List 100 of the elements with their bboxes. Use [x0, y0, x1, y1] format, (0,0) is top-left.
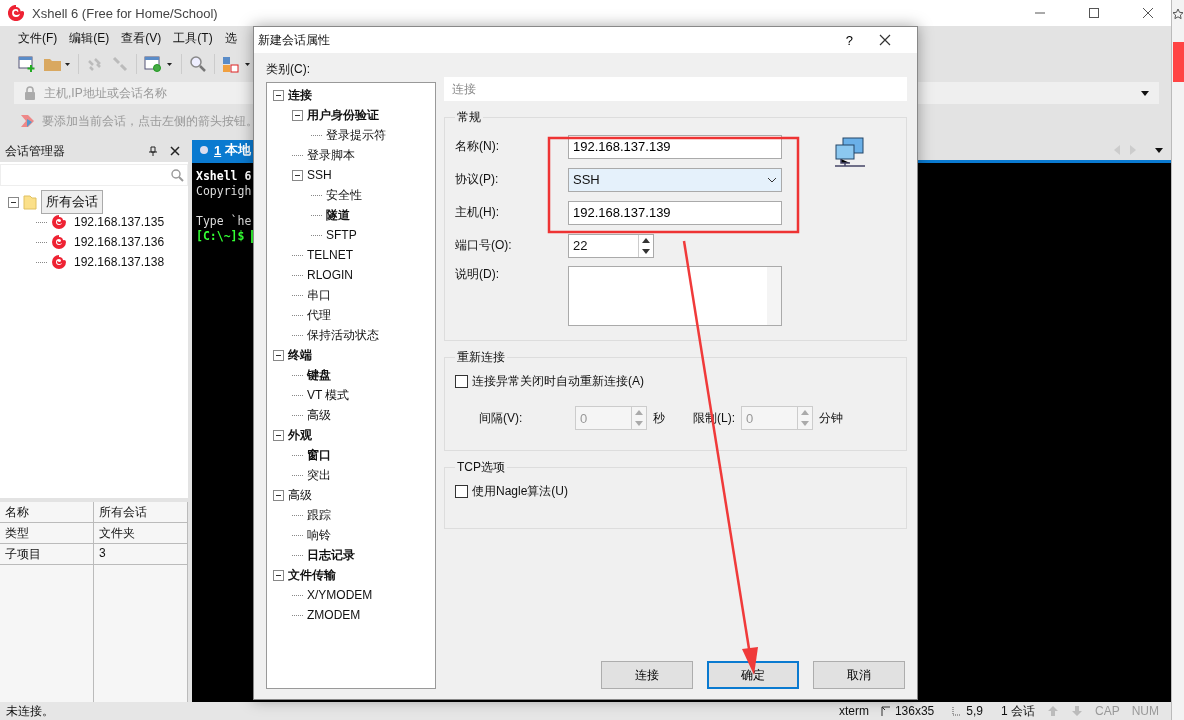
tree-item[interactable]: 用户身份验证 [307, 106, 379, 124]
tree-item[interactable]: 代理 [307, 306, 331, 324]
tree-item[interactable]: 窗口 [307, 446, 331, 464]
property-value: 3 [94, 544, 188, 565]
field-label: 间隔(V): [479, 409, 524, 427]
menu-item[interactable]: 文件(F) [18, 29, 58, 47]
dropdown-caret-icon[interactable] [1141, 90, 1149, 96]
collapse-toggle-icon[interactable] [273, 89, 284, 101]
terminal-type: xterm [838, 704, 869, 718]
help-button[interactable]: ? [845, 32, 853, 48]
property-name: 类型 [0, 523, 94, 544]
tree-item[interactable]: X/YMODEM [307, 588, 373, 602]
collapse-toggle-icon[interactable] [8, 196, 19, 208]
menu-item[interactable]: 查看(V) [121, 29, 162, 47]
tree-item[interactable]: 高级 [307, 406, 331, 424]
field-label: 名称(N): [455, 138, 500, 155]
field-label: 主机(H): [455, 204, 500, 221]
tree-item[interactable]: 高级 [288, 486, 312, 504]
maximize-icon[interactable] [1087, 6, 1101, 20]
close-icon[interactable] [879, 34, 891, 46]
star-icon[interactable] [1172, 8, 1184, 20]
window-title: Xshell 6 (Free for Home/School) [32, 5, 218, 21]
new-session-icon[interactable] [18, 55, 36, 73]
tree-item[interactable]: 跟踪 [307, 506, 331, 524]
menu-item[interactable]: 编辑(E) [69, 29, 110, 47]
group-title: 重新连接 [456, 349, 506, 366]
checkbox[interactable] [455, 484, 468, 498]
tree-item[interactable]: VT 模式 [307, 386, 350, 404]
tree-item[interactable]: 外观 [288, 426, 312, 444]
pin-icon[interactable] [148, 146, 158, 156]
num-lock-indicator: NUM [1131, 704, 1159, 718]
collapse-toggle-icon[interactable] [292, 109, 303, 121]
collapse-toggle-icon[interactable] [292, 169, 303, 181]
tree-item[interactable]: SFTP [326, 228, 357, 242]
dialog-button[interactable]: 取消 [813, 661, 905, 689]
dialog-button[interactable]: 确定 [707, 661, 799, 689]
property-name: 名称 [0, 502, 94, 523]
tree-item[interactable]: 串口 [307, 286, 331, 304]
collapse-toggle-icon[interactable] [273, 489, 284, 501]
terminal-line: Copyrigh [196, 184, 252, 199]
scrollbar[interactable] [767, 267, 781, 325]
cursor-position: 5,9 [966, 704, 983, 718]
close-icon[interactable] [170, 146, 180, 156]
collapse-toggle-icon[interactable] [273, 429, 284, 441]
tree-item[interactable]: 终端 [288, 346, 312, 364]
tree-item[interactable]: 登录提示符 [326, 126, 386, 144]
tree-item[interactable]: 192.168.137.138 [71, 254, 168, 270]
field-label: 端口号(O): [455, 237, 513, 254]
chevron-down-icon [767, 176, 777, 183]
name-field[interactable]: 192.168.137.139 [568, 134, 782, 159]
network-computer-icon [833, 136, 867, 168]
tree-item[interactable]: 突出 [307, 466, 331, 484]
checkbox[interactable] [455, 374, 468, 388]
spin-down-icon[interactable] [642, 248, 650, 254]
layout-icon[interactable] [222, 55, 252, 73]
terminal-line: Xshell 6 [196, 169, 252, 184]
spin-up-icon[interactable] [642, 237, 650, 243]
property-name: 子项目 [0, 544, 94, 565]
dialog-button[interactable]: 连接 [601, 661, 693, 689]
shell-logo-icon [51, 255, 67, 269]
collapse-toggle-icon[interactable] [273, 569, 284, 581]
tree-item[interactable]: ZMODEM [307, 608, 361, 622]
tree-item[interactable]: 192.168.137.135 [71, 214, 168, 230]
dialog-title: 新建会话属性 [258, 31, 330, 49]
tree-item[interactable]: 登录脚本 [307, 146, 355, 164]
host-field[interactable]: 192.168.137.139 [568, 200, 782, 225]
field-label: 协议(P): [455, 171, 500, 188]
tree-item[interactable]: 192.168.137.136 [71, 234, 168, 250]
tree-item[interactable]: 所有会话 [41, 190, 103, 214]
category-label: 类别(C): [266, 61, 311, 78]
terminal-size: 136x35 [894, 704, 935, 718]
close-icon[interactable] [1141, 6, 1155, 20]
cursor-position-icon [952, 706, 963, 716]
tree-item[interactable]: TELNET [307, 248, 353, 262]
status-message: 未连接。 [6, 702, 54, 720]
banner-fragment [1172, 42, 1184, 82]
caps-lock-indicator: CAP [1095, 704, 1120, 718]
tree-item[interactable]: SSH [307, 168, 332, 182]
tree-item[interactable]: 键盘 [307, 366, 331, 384]
search-field[interactable] [0, 164, 188, 186]
tree-item[interactable]: 连接 [288, 86, 312, 104]
tree-item[interactable]: 日志记录 [307, 546, 355, 564]
tree-item[interactable]: 保持活动状态 [307, 326, 379, 344]
property-value: 所有会话 [94, 502, 188, 523]
window-gear-icon[interactable] [144, 55, 174, 73]
collapse-toggle-icon[interactable] [273, 349, 284, 361]
protocol-select[interactable]: SSH [568, 167, 782, 192]
menu-item[interactable]: 工具(T) [173, 29, 213, 47]
port-spinner[interactable]: 22 [568, 233, 654, 258]
search-icon[interactable] [189, 55, 207, 73]
tree-item[interactable]: 响铃 [307, 526, 331, 544]
shell-logo-icon [8, 5, 24, 21]
tree-item[interactable]: RLOGIN [307, 268, 353, 282]
tree-item[interactable]: 隧道 [326, 206, 350, 224]
tree-item[interactable]: 安全性 [326, 186, 362, 204]
tree-item[interactable]: 文件传输 [288, 566, 336, 584]
description-field[interactable] [568, 266, 782, 326]
dropdown-caret-icon[interactable] [1155, 147, 1163, 153]
hint-text: 要添加当前会话，点击左侧的箭头按钮。 [42, 112, 258, 130]
menu-item[interactable]: 选 [224, 29, 237, 47]
